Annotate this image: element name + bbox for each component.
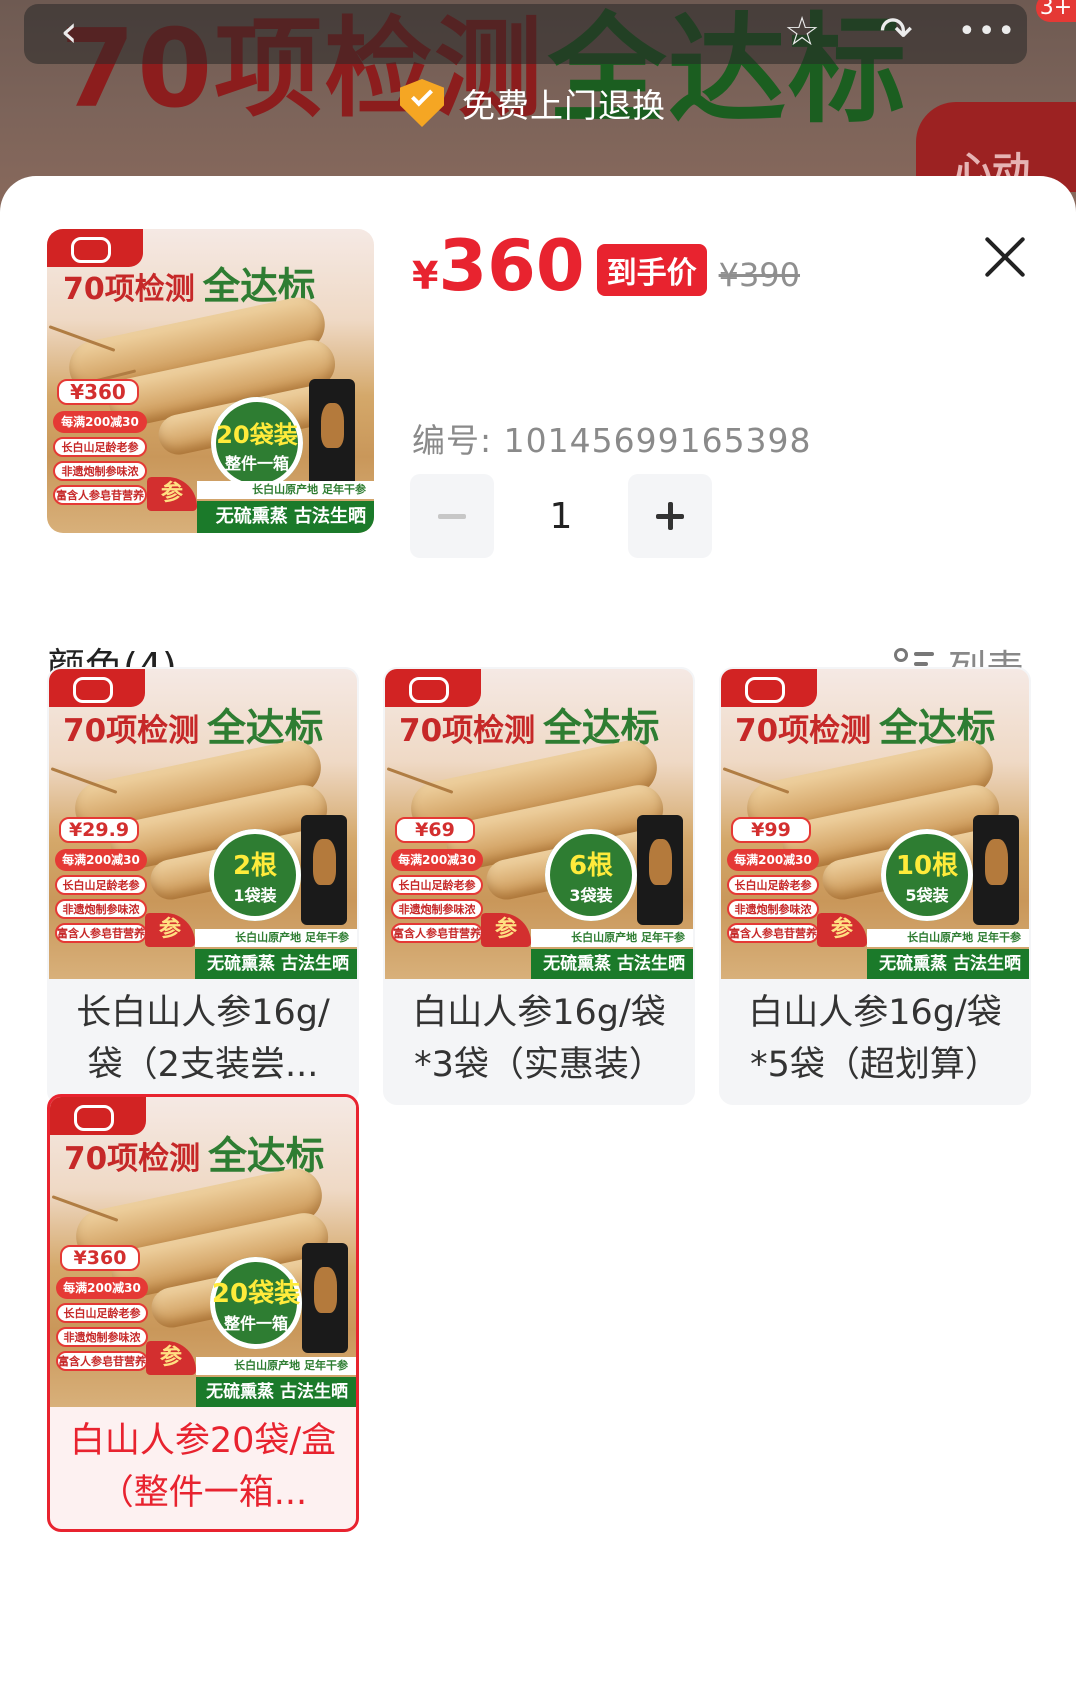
option-image: 70项检测 全达标 ¥99 每满200减30 长白山足龄老参 非遗炮制参味浓 富含… [721,669,1029,979]
option-card-1[interactable]: 70项检测 全达标 ¥29.9 每满200减30 长白山足龄老参 非遗炮制参味浓 … [47,667,359,1105]
original-price: ¥390 [718,256,801,294]
minus-icon[interactable] [410,474,494,558]
thumb-pack-badge: 20袋装 整件一箱 [211,397,303,489]
option-label: 白山人参20袋/盒（整件一箱... [69,1421,337,1513]
page: 70项检测 全达标 心动 ‹ ☆ ↷ ••• 3+ 免费上门退换 70项检测 全达… [0,0,1076,1696]
star-icon[interactable]: ☆ [774,4,830,60]
thumb-price: ¥69 [395,817,475,843]
product-main-image[interactable]: 70项检测 全达标 ¥360 每满200减30 长白山足龄老参 非遗炮制参味浓 富… [47,229,374,533]
thumb-price: ¥360 [57,379,139,405]
option-card-4[interactable]: 70项检测 全达标 ¥360 每满200减30 长白山足龄老参 非遗炮制参味浓 富… [47,1094,359,1532]
option-image: 70项检测 全达标 ¥69 每满200减30 长白山足龄老参 非遗炮制参味浓 富含… [385,669,693,979]
sku-number: 编号: 10145699165398 [412,421,812,460]
cart-badge: 3+ [1036,0,1076,22]
option-label: 长白山人参16g/袋（2支装尝... [76,993,330,1085]
final-price-tag: 到手价 [596,244,707,296]
option-image: 70项检测 全达标 ¥360 每满200减30 长白山足龄老参 非遗炮制参味浓 富… [50,1097,356,1407]
option-card-3[interactable]: 70项检测 全达标 ¥99 每满200减30 长白山足龄老参 非遗炮制参味浓 富含… [719,667,1031,1105]
thumb-price: ¥99 [731,817,811,843]
quantity-stepper: 1 [410,474,712,558]
thumb-price: ¥360 [60,1245,140,1271]
option-image: 70项检测 全达标 ¥29.9 每满200减30 长白山足龄老参 非遗炮制参味浓 … [49,669,357,979]
price-value: 360 [438,225,585,307]
close-icon[interactable] [982,234,1028,280]
return-service-banner: 免费上门退换 [400,78,666,128]
back-arrow-icon[interactable]: ‹ [44,4,94,60]
sku-selector-sheet: 70项检测 全达标 ¥360 每满200减30 长白山足龄老参 非遗炮制参味浓 富… [0,176,1076,1696]
option-card-2[interactable]: 70项检测 全达标 ¥69 每满200减30 长白山足龄老参 非遗炮制参味浓 富含… [383,667,695,1105]
price-currency: ¥ [412,254,439,298]
option-label: 白山人参16g/袋*5袋（超划算） [748,993,1002,1085]
thumb-pack-badge: 2根 1袋装 [209,829,301,921]
option-label: 白山人参16g/袋*3袋（实惠装） [412,993,666,1085]
thumb-price: ¥29.9 [59,817,139,843]
thumb-pack-badge: 6根 3袋装 [545,829,637,921]
banner-text: 免费上门退换 [462,86,666,125]
more-icon[interactable]: ••• [958,4,1015,60]
shield-check-icon [400,79,444,127]
quantity-value[interactable]: 1 [494,496,628,537]
share-icon[interactable]: ↷ [868,4,924,60]
thumb-pack-badge: 10根 5袋装 [881,829,973,921]
price-row: ¥ 360 到手价 ¥390 [412,226,800,306]
thumb-pack-badge: 20袋装 整件一箱 [210,1257,302,1349]
plus-icon[interactable] [628,474,712,558]
